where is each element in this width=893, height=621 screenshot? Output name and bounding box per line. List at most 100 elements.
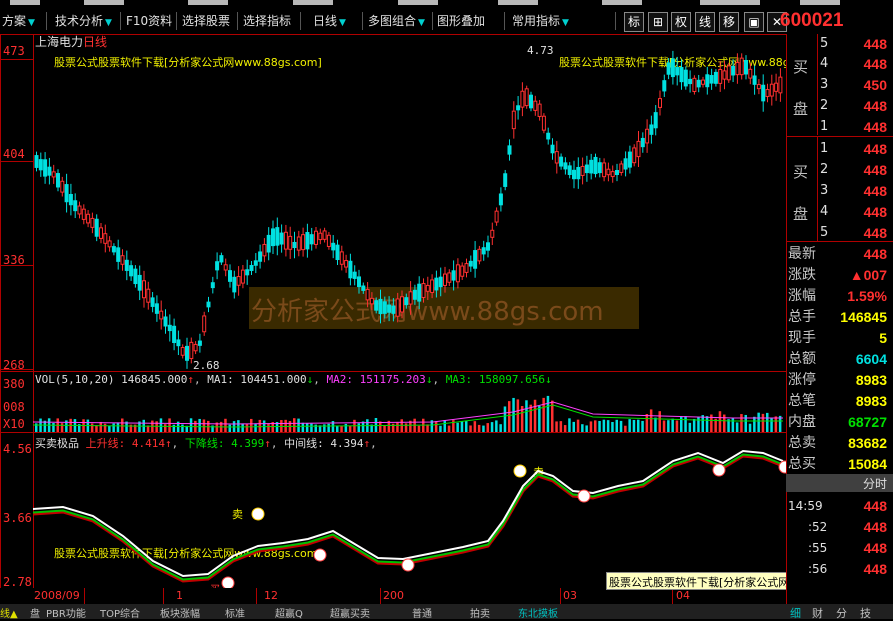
- volume-bar: [731, 417, 735, 432]
- candle-body: [520, 90, 525, 108]
- volume-bar: [675, 420, 679, 432]
- candle-body: [709, 75, 714, 84]
- tab-item[interactable]: 标准: [225, 605, 245, 620]
- stat-label: 内盘: [788, 414, 816, 430]
- sell-order-row[interactable]: 2 448: [786, 96, 893, 116]
- signal-icon: [401, 558, 415, 572]
- top-tab[interactable]: [602, 0, 642, 5]
- volume-bar: [516, 399, 520, 432]
- stat-value: 8983: [855, 393, 887, 409]
- menu-label: 日线: [313, 14, 338, 28]
- signal-icon: [577, 489, 591, 503]
- buy-order-row[interactable]: 5 448: [786, 223, 893, 243]
- top-tab[interactable]: [84, 0, 124, 5]
- top-tab[interactable]: [498, 0, 538, 5]
- menu-common-indicators[interactable]: 常用指标 ▼: [512, 11, 569, 31]
- candle-body: [283, 231, 288, 250]
- line-icon[interactable]: 线: [695, 12, 715, 32]
- menu-label: 选择股票: [182, 14, 231, 28]
- top-tab[interactable]: [293, 0, 333, 5]
- tab-item[interactable]: PBR功能: [46, 605, 86, 620]
- top-tab[interactable]: [800, 0, 840, 5]
- tab-item[interactable]: TOP综合: [100, 605, 140, 620]
- tab-item[interactable]: 拍卖: [470, 605, 490, 620]
- volume-bar: [172, 424, 176, 432]
- candle-body: [374, 300, 379, 311]
- volume-bar: [774, 416, 778, 432]
- candle-body: [185, 345, 189, 361]
- volume-bar: [237, 420, 240, 432]
- window-icon[interactable]: ▣: [744, 12, 764, 32]
- move-icon[interactable]: 移: [719, 12, 739, 32]
- rights-icon[interactable]: 权: [671, 12, 691, 32]
- volume-bar: [555, 421, 558, 432]
- menu-select-indicator[interactable]: 选择指标: [243, 11, 291, 31]
- candle-body: [481, 247, 486, 255]
- top-tab[interactable]: [398, 0, 438, 5]
- tab-item[interactable]: 线▲: [0, 605, 18, 620]
- tab-item[interactable]: 超赢买卖: [330, 605, 370, 620]
- volume-bar: [563, 425, 567, 432]
- candle-body: [610, 171, 615, 178]
- candle-body: [86, 213, 91, 224]
- buy-order-row[interactable]: 3 448: [786, 181, 893, 201]
- volume-bar: [202, 419, 206, 432]
- volume-bar: [499, 424, 502, 432]
- order-level: 3: [820, 183, 829, 198]
- stat-row: 内盘 68727: [786, 412, 893, 432]
- menu-multi-chart[interactable]: 多图组合 ▼: [368, 11, 425, 31]
- tab-item[interactable]: 盘: [30, 605, 40, 620]
- buy-order-row[interactable]: 4 448: [786, 202, 893, 222]
- candle-body: [305, 232, 310, 250]
- menu-select-stock[interactable]: 选择股票: [182, 11, 230, 31]
- date-label: 200: [383, 589, 404, 602]
- volume-chart: [33, 395, 783, 432]
- volume-bar: [735, 422, 739, 432]
- volume-bar: [680, 416, 683, 432]
- volume-bar: [619, 420, 623, 432]
- sell-order-row[interactable]: 1 448: [786, 117, 893, 137]
- tab-item[interactable]: 超赢Q: [275, 605, 303, 620]
- menu-label: 图形叠加: [437, 14, 486, 28]
- candle-body: [412, 289, 417, 300]
- mark-icon[interactable]: 标: [624, 12, 644, 32]
- order-level: 1: [820, 119, 829, 134]
- buy-order-row[interactable]: 1 448: [786, 139, 893, 159]
- volume-bar: [542, 397, 545, 432]
- grid-icon[interactable]: ⊞: [648, 12, 668, 32]
- menu-tech-analysis[interactable]: 技术分析 ▼: [55, 11, 112, 31]
- buy-order-row[interactable]: 2 448: [786, 160, 893, 180]
- tab-item[interactable]: 东北摸板: [518, 605, 558, 620]
- date-tick: [84, 588, 85, 604]
- candlestick-chart: [34, 50, 783, 369]
- volume-bar: [297, 418, 300, 432]
- time-header[interactable]: 分时: [786, 474, 893, 492]
- candle-body: [240, 269, 245, 284]
- volume-bar: [60, 423, 64, 432]
- order-level: 4: [820, 56, 829, 71]
- candle-body: [606, 168, 611, 176]
- menu-overlay[interactable]: 图形叠加: [437, 11, 485, 31]
- order-price: 448: [863, 56, 887, 72]
- stat-label: 最新: [788, 246, 816, 262]
- top-tab[interactable]: [188, 0, 228, 5]
- volume-bar: [641, 420, 644, 432]
- sell-order-row[interactable]: 3 450: [786, 75, 893, 95]
- candle-body: [357, 276, 361, 288]
- volume-bar: [684, 416, 687, 432]
- top-tab[interactable]: [10, 0, 40, 5]
- sell-order-row[interactable]: 5 448: [786, 34, 893, 54]
- top-tab[interactable]: [700, 0, 760, 5]
- separator: [504, 12, 505, 30]
- volume-bar: [443, 420, 446, 432]
- menu-period[interactable]: 日线 ▼: [313, 11, 346, 31]
- order-level: 3: [820, 77, 829, 92]
- candle-body: [593, 156, 598, 175]
- menu-scheme[interactable]: 方案 ▼: [2, 11, 35, 31]
- menu-f10[interactable]: F10资料: [126, 11, 172, 31]
- tab-item[interactable]: 板块涨幅: [160, 605, 200, 620]
- sell-order-row[interactable]: 4 448: [786, 54, 893, 74]
- tab-item[interactable]: 普通: [412, 605, 432, 620]
- candle-body: [318, 232, 323, 241]
- date-label: 2008/09: [34, 589, 80, 602]
